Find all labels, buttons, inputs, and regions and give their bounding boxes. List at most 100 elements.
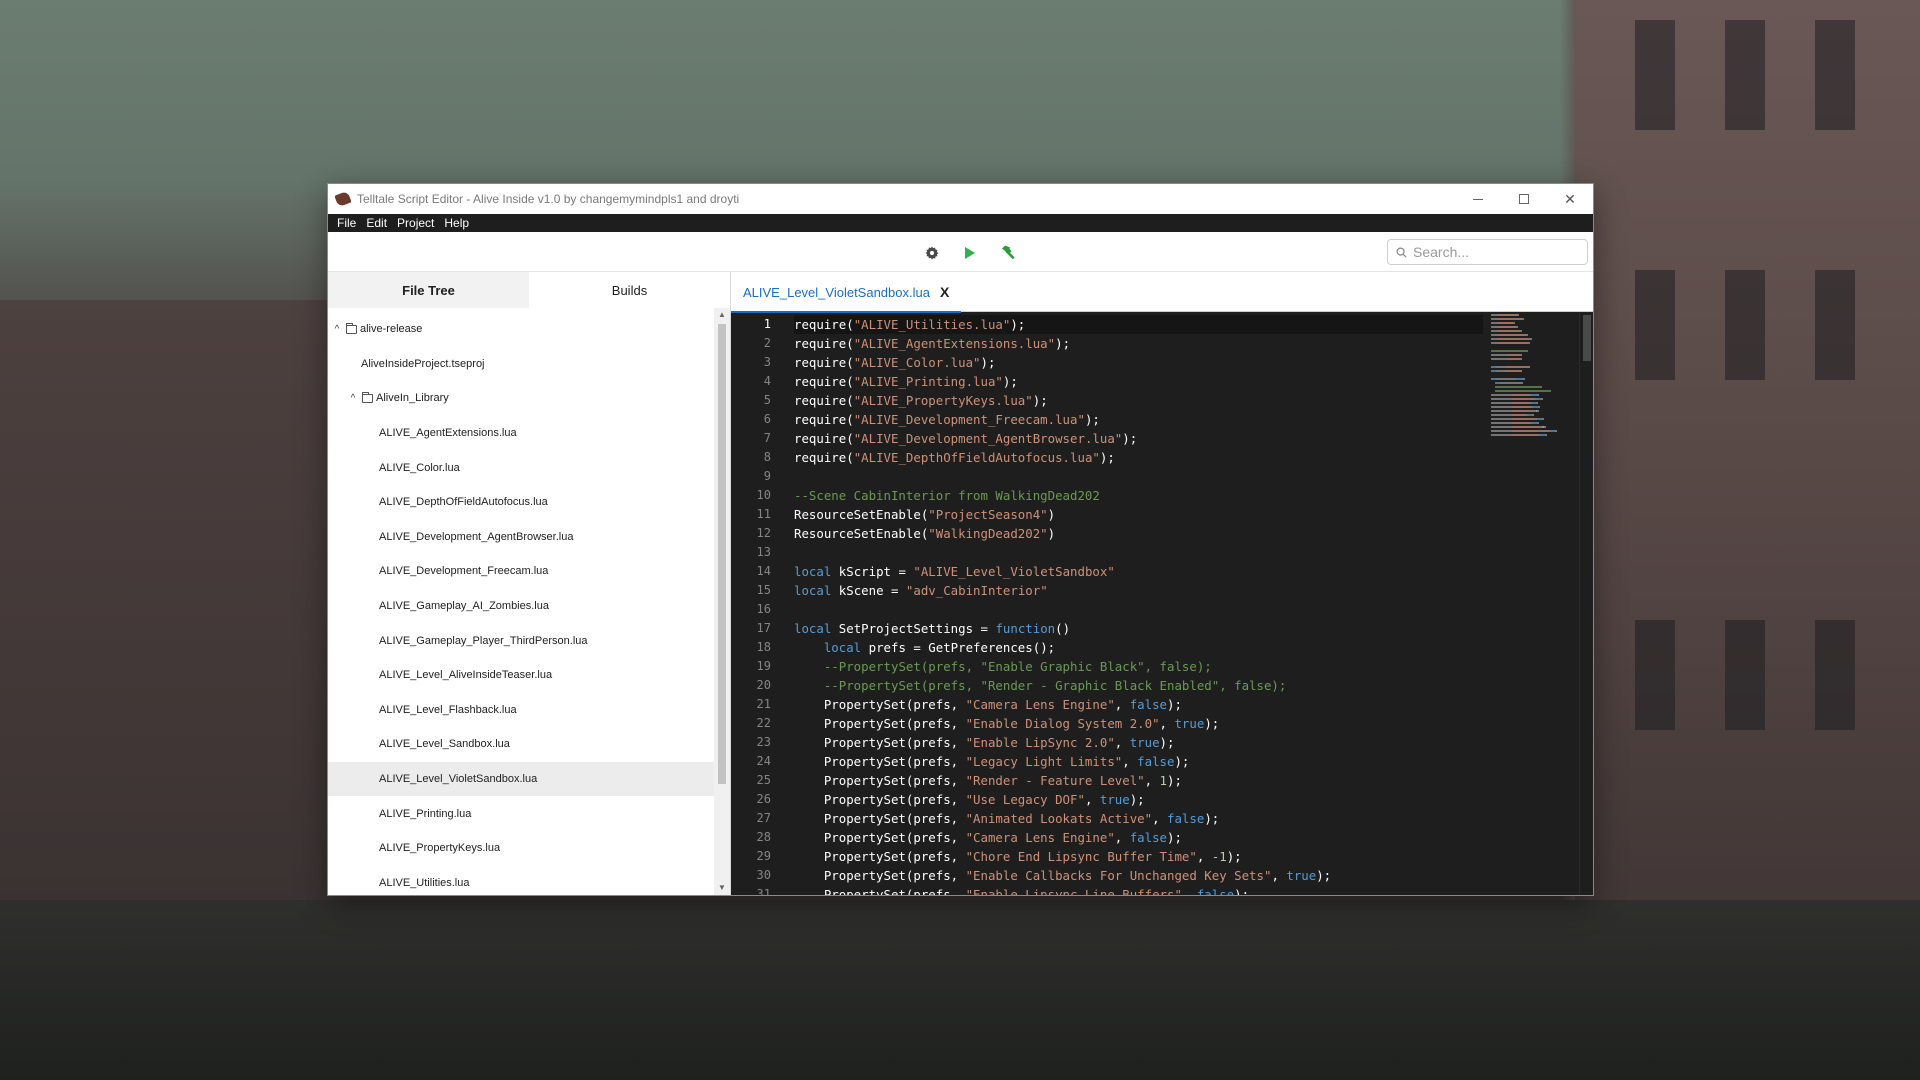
tab-close-icon[interactable]: X [940,284,949,300]
tree-file[interactable]: ALIVE_AgentExtensions.lua [328,416,715,451]
search-input[interactable] [1413,244,1573,260]
run-button[interactable] [951,242,989,264]
code-line[interactable]: --PropertySet(prefs, "Enable Graphic Bla… [794,657,1483,676]
tree-file[interactable]: ALIVE_Development_AgentBrowser.lua [328,520,715,555]
chevron-up-icon[interactable]: ^ [346,393,360,404]
minimap-line [1491,406,1581,409]
code-line[interactable]: require("ALIVE_Development_AgentBrowser.… [794,429,1483,448]
code-token: , [1196,849,1212,864]
code-token: ); [1316,868,1332,883]
tree-file[interactable]: ALIVE_PropertyKeys.lua [328,831,715,866]
code-line[interactable]: require("ALIVE_PropertyKeys.lua"); [794,391,1483,410]
tree-file[interactable]: ALIVE_Level_Flashback.lua [328,693,715,728]
code-token: "adv_CabinInterior" [905,583,1048,598]
code-line[interactable]: local SetProjectSettings = function() [794,619,1483,638]
code-editor[interactable]: 1 2 3 4 5 6 7 8 9 10 11 12 13 14 15 16 17 18 19 20 21 22 23 24 2… [731,312,1593,895]
code-line[interactable]: require("ALIVE_Printing.lua"); [794,372,1483,391]
code-line[interactable]: PropertySet(prefs, "Use Legacy DOF", tru… [794,790,1483,809]
code-token: ); [1204,716,1220,731]
minimap-line [1491,434,1581,437]
tree-file[interactable]: ALIVE_Level_AliveInsideTeaser.lua [328,658,715,693]
tab-builds[interactable]: Builds [529,272,730,308]
tab-file-tree[interactable]: File Tree [328,272,529,308]
code-line[interactable]: require("ALIVE_Development_Freecam.lua")… [794,410,1483,429]
code-line[interactable]: local kScript = "ALIVE_Level_VioletSandb… [794,562,1483,581]
code-token: ); [1122,431,1138,446]
editor-tab-active[interactable]: ALIVE_Level_VioletSandbox.lua X [731,272,962,313]
editor-scrollbar[interactable] [1579,312,1593,895]
code-token: require( [794,412,854,427]
code-token: ); [1226,849,1242,864]
code-token: require( [794,336,854,351]
code-line[interactable]: PropertySet(prefs, "Camera Lens Engine",… [794,828,1483,847]
tree-file[interactable]: ALIVE_Utilities.lua [328,866,715,896]
scroll-down-icon[interactable]: ▼ [714,881,730,895]
scroll-up-icon[interactable]: ▲ [714,308,730,322]
chevron-up-icon[interactable]: ^ [330,324,344,335]
line-number: 31 [756,887,771,895]
code-line[interactable]: --Scene CabinInterior from WalkingDead20… [794,486,1483,505]
minimize-button[interactable] [1455,184,1501,214]
tree-file[interactable]: ALIVE_Color.lua [328,450,715,485]
tree-file[interactable]: ALIVE_Development_Freecam.lua [328,554,715,589]
tree-folder[interactable]: ^ alive-release [328,312,715,347]
code-line[interactable]: ResourceSetEnable("ProjectSeason4") [794,505,1483,524]
code-line[interactable]: require("ALIVE_Utilities.lua"); [794,315,1483,334]
minimap-line [1491,362,1581,365]
menu-project[interactable]: Project [392,216,439,230]
minimap-line [1491,358,1581,361]
code-line[interactable] [794,600,1483,619]
tree-file[interactable]: ALIVE_DepthOfFieldAutofocus.lua [328,485,715,520]
code-line[interactable]: require("ALIVE_Color.lua"); [794,353,1483,372]
line-number: 7 [763,431,771,445]
sidebar-scrollbar[interactable]: ▲ ▼ [714,308,730,895]
tree-file[interactable]: ALIVE_Printing.lua [328,796,715,831]
code-line[interactable]: PropertySet(prefs, "Chore End Lipsync Bu… [794,847,1483,866]
code-line[interactable]: ResourceSetEnable("WalkingDead202") [794,524,1483,543]
tree-file[interactable]: ALIVE_Level_VioletSandbox.lua [328,761,715,797]
minimap-line [1491,318,1581,321]
close-button[interactable]: ✕ [1547,184,1593,214]
code-line[interactable]: PropertySet(prefs, "Animated Lookats Act… [794,809,1483,828]
line-number: 12 [756,526,771,540]
code-token: PropertySet(prefs, [794,830,966,845]
tree-file[interactable]: AliveInsideProject.tseproj [328,347,715,382]
tree-file[interactable]: ALIVE_Gameplay_AI_Zombies.lua [328,589,715,624]
code-line[interactable]: require("ALIVE_DepthOfFieldAutofocus.lua… [794,448,1483,467]
code-token: "Legacy Light Limits" [965,754,1123,769]
tree-folder[interactable]: ^ AliveIn_Library [328,381,715,416]
editor-scroll-thumb[interactable] [1583,315,1591,361]
settings-button[interactable] [913,242,951,264]
code-line[interactable] [794,467,1483,486]
minimap-line [1491,414,1581,417]
hammer-icon [1002,245,1015,259]
code-line[interactable] [794,543,1483,562]
menu-file[interactable]: File [332,216,361,230]
maximize-button[interactable] [1501,184,1547,214]
code-token: function [995,621,1056,636]
code-line[interactable]: PropertySet(prefs, "Enable LipSync 2.0",… [794,733,1483,752]
minimap[interactable] [1491,314,1581,439]
code-line[interactable]: --PropertySet(prefs, "Render - Graphic B… [794,676,1483,695]
code-line[interactable]: PropertySet(prefs, "Legacy Light Limits"… [794,752,1483,771]
build-button[interactable] [989,242,1027,264]
code-line[interactable]: PropertySet(prefs, "Enable Lipsync Line … [794,885,1483,895]
title-bar[interactable]: Telltale Script Editor - Alive Inside v1… [328,184,1593,214]
code-line[interactable]: PropertySet(prefs, "Enable Dialog System… [794,714,1483,733]
code-line[interactable]: require("ALIVE_AgentExtensions.lua"); [794,334,1483,353]
code-token: local [794,564,832,579]
code-line[interactable]: local prefs = GetPreferences(); [794,638,1483,657]
tree-file[interactable]: ALIVE_Gameplay_Player_ThirdPerson.lua [328,623,715,658]
code-line[interactable]: PropertySet(prefs, "Enable Callbacks For… [794,866,1483,885]
code-text[interactable]: require("ALIVE_Utilities.lua"); require("… [794,315,1483,895]
menu-edit[interactable]: Edit [361,216,392,230]
sidebar-scroll-thumb[interactable] [718,324,726,784]
tree-file[interactable]: ALIVE_Level_Sandbox.lua [328,727,715,762]
menu-help[interactable]: Help [439,216,474,230]
code-line[interactable]: PropertySet(prefs, "Render - Feature Lev… [794,771,1483,790]
search-box[interactable] [1387,239,1588,265]
code-token: ); [1167,773,1182,788]
minimap-line [1491,370,1581,373]
code-line[interactable]: local kScene = "adv_CabinInterior" [794,581,1483,600]
code-line[interactable]: PropertySet(prefs, "Camera Lens Engine",… [794,695,1483,714]
